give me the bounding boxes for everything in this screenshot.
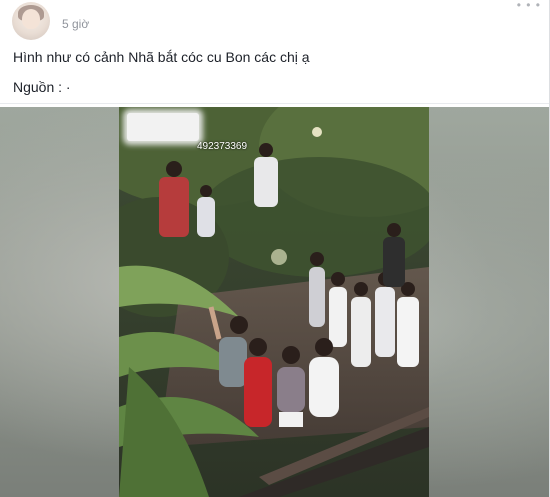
avatar[interactable] xyxy=(12,2,50,40)
post-text-line-1: Hình như có cảnh Nhã bắt cóc cu Bon các … xyxy=(13,49,310,65)
post-card: 5 giờ • • • Hình như có cảnh Nhã bắt cóc… xyxy=(0,0,550,497)
video-frame[interactable]: 492373369 xyxy=(119,107,429,497)
video-scene xyxy=(119,107,429,497)
video-media[interactable]: 492373369 xyxy=(0,107,549,497)
post-header: 5 giờ • • • xyxy=(0,0,549,42)
divider xyxy=(0,103,549,104)
video-overlay-number: 492373369 xyxy=(197,141,248,152)
redacted-watermark xyxy=(127,113,199,141)
more-dots-icon[interactable]: • • • xyxy=(517,0,541,11)
avatar-face xyxy=(22,9,40,29)
post-text-line-2: Nguồn : · xyxy=(13,79,71,95)
post-timestamp[interactable]: 5 giờ xyxy=(62,17,89,31)
